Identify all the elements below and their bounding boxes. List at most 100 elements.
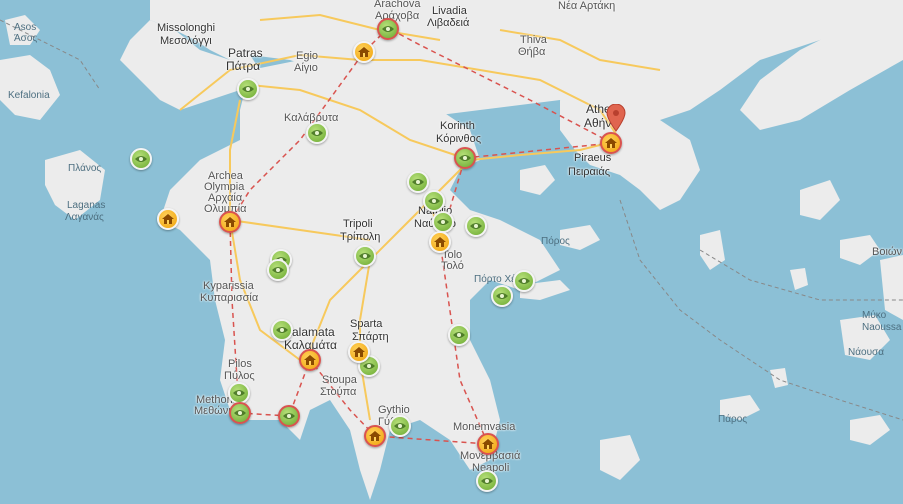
home-icon [162,214,174,224]
sight-marker-eye-icon[interactable] [237,78,259,100]
label-monemvasia: Monemvasia [453,421,516,433]
eye-icon [276,327,288,333]
label-korinth: Korinth [440,120,475,132]
label-patras: Patras [228,46,263,60]
eye-icon [481,478,493,484]
sight-marker-eye-icon[interactable] [448,324,470,346]
eye-icon [518,278,530,284]
eye-icon [470,223,482,229]
land-kythera [600,435,640,480]
label-livadia: Livadia [432,5,467,17]
label-sparta: Sparta [350,318,383,330]
lodging-marker-home-icon[interactable] [299,349,321,371]
sight-marker-eye-icon[interactable] [354,245,376,267]
label-abasos: Πάρος [718,414,748,425]
label-patras-greek: Πάτρα [226,59,261,73]
land-andros [800,180,840,220]
eye-icon [272,267,284,273]
eye-icon [459,155,471,161]
label-arachova: Arachova [374,0,421,10]
sight-marker-eye-icon[interactable] [454,147,476,169]
sight-marker-eye-icon[interactable] [278,405,300,427]
label-missolonghi-greek: Μεσολόγγι [160,35,212,47]
lodging-marker-home-icon[interactable] [219,211,241,233]
eye-icon [453,332,465,338]
sight-marker-eye-icon[interactable] [130,148,152,170]
eye-icon [283,413,295,419]
lodging-marker-home-icon[interactable] [348,341,370,363]
label-laganas: Laganas [67,200,106,211]
label-kefalonia: Kefalonia [8,90,50,101]
land-syros [790,268,808,290]
lodging-marker-home-icon[interactable] [364,425,386,447]
sight-marker-eye-icon[interactable] [389,415,411,437]
eye-icon [233,390,245,396]
label-pilos: Pilos [228,358,252,370]
label-thiva: Thiva [520,34,547,46]
label-laganas-greek: Λαγανάς [65,212,104,223]
home-icon [369,431,381,441]
eye-icon [311,130,323,136]
lodging-marker-home-icon[interactable] [600,132,622,154]
sight-marker-eye-icon[interactable] [229,402,251,424]
sight-marker-eye-icon[interactable] [407,171,429,193]
label-egio: Egio [296,50,319,62]
eye-icon [382,26,394,32]
eye-icon [359,253,371,259]
eye-icon [394,423,406,429]
label-tripoli: Tripoli [343,218,373,230]
home-icon [224,217,236,227]
land-island-small [850,415,890,445]
home-icon [358,47,370,57]
sight-marker-eye-icon[interactable] [513,270,535,292]
label-naoussa-greek: Naoussa [862,322,902,333]
eye-icon [234,410,246,416]
land-kea [700,230,725,270]
label-tripoli-greek: Τρίπολη [340,231,381,243]
eye-icon [412,179,424,185]
sight-marker-eye-icon[interactable] [306,122,328,144]
sight-marker-eye-icon[interactable] [267,259,289,281]
label-poros: Πόρος [541,236,570,247]
eye-icon [135,156,147,162]
label-naoussa: Μύκο [862,310,887,321]
home-icon [304,355,316,365]
label-planos: Πλάνος [68,163,102,174]
label-piraeus-greek: Πειραιάς [568,166,611,178]
sight-marker-eye-icon[interactable] [476,470,498,492]
label-stoupa: Stoupa [322,374,357,386]
lodging-marker-home-icon[interactable] [429,231,451,253]
label-kyparissia-greek: Κυπαρισσία [200,292,259,304]
eye-icon [496,293,508,299]
eye-icon [242,86,254,92]
sight-marker-eye-icon[interactable] [271,319,293,341]
lodging-marker-home-icon[interactable] [353,41,375,63]
label-korinth-greek: Κόρινθος [436,133,482,145]
eye-icon [428,198,440,204]
lodging-marker-home-icon[interactable] [157,208,179,230]
label-piraeus: Piraeus [574,152,612,164]
land-sifnos [770,368,788,388]
label-pilos-greek: Πύλος [224,370,255,382]
home-icon [482,439,494,449]
label-missolonghi: Missolonghi [157,22,216,34]
map-view[interactable]: Missolonghi Μεσολόγγι Patras Πάτρα Egio … [0,0,903,504]
eye-icon [437,219,449,225]
label-egio-greek: Αίγιο [294,62,318,74]
label-paros: Νάουσα [848,347,884,358]
label-mykonos: Βοιών [872,246,902,258]
sight-marker-eye-icon[interactable] [377,18,399,40]
label-stoupa-greek: Στούπα [320,386,357,398]
location-pin-icon[interactable] [606,104,626,132]
home-icon [605,138,617,148]
label-asos-greek: Άσος [14,33,38,44]
sight-marker-eye-icon[interactable] [228,382,250,404]
label-nea-artaki: Νέα Αρτάκη [558,0,616,12]
lodging-marker-home-icon[interactable] [477,433,499,455]
sight-marker-eye-icon[interactable] [465,215,487,237]
label-tolo-greek: Τολό [441,260,464,272]
sight-marker-eye-icon[interactable] [432,211,454,233]
sight-marker-eye-icon[interactable] [423,190,445,212]
label-livadia-greek: Λιβαδειά [427,17,470,29]
sight-marker-eye-icon[interactable] [491,285,513,307]
